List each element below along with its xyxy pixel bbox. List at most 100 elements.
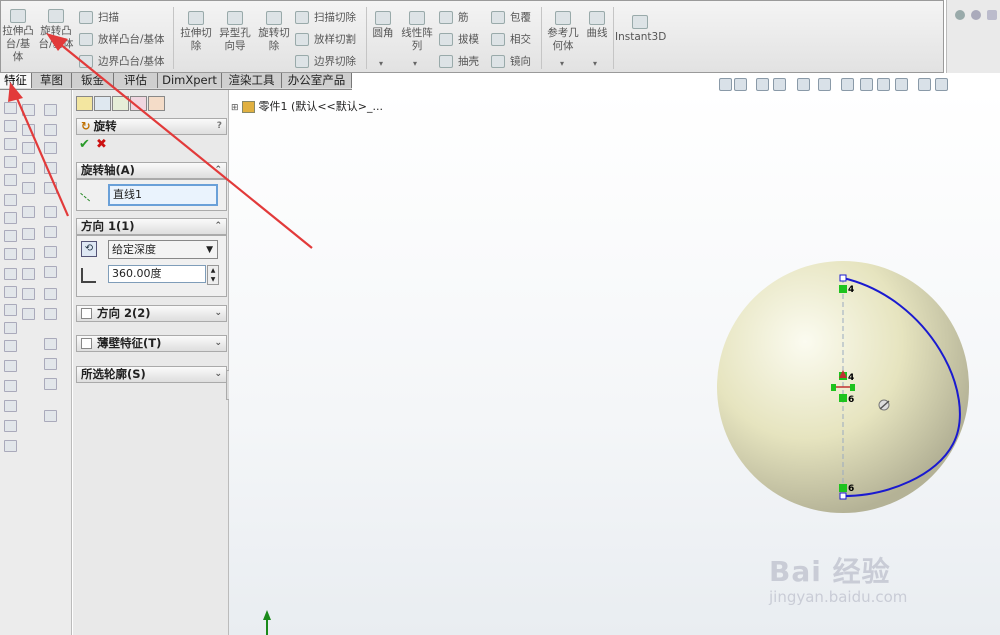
collapse-icon[interactable]: ⌃ xyxy=(214,163,222,178)
collapse-icon[interactable]: ⌃ xyxy=(214,219,222,234)
feature-tool-icon[interactable] xyxy=(44,378,57,390)
appearance-icon[interactable] xyxy=(955,10,965,20)
feature-tool-icon[interactable] xyxy=(4,286,17,298)
help-icon[interactable]: ? xyxy=(217,119,222,134)
instant3d-button[interactable]: Instant3D xyxy=(615,15,666,44)
curves-dropdown-icon[interactable]: ▾ xyxy=(593,59,597,68)
feature-tool-icon[interactable] xyxy=(44,410,57,422)
configuration-tab-icon[interactable] xyxy=(112,96,129,111)
feature-tool-icon[interactable] xyxy=(22,308,35,320)
feature-tool-icon[interactable] xyxy=(4,194,17,206)
thin-feature-checkbox[interactable] xyxy=(81,338,92,349)
pattern-dropdown-icon[interactable]: ▾ xyxy=(413,59,417,68)
feature-tool-icon[interactable] xyxy=(44,142,57,154)
sketch-endpoint-bottom[interactable] xyxy=(839,492,847,500)
tab-evaluate[interactable]: 评估 xyxy=(114,73,158,88)
mirror-button[interactable]: 镜向 xyxy=(491,55,531,69)
ok-checkmark-icon[interactable]: ✔ xyxy=(79,137,90,152)
expand-icon[interactable]: ⌄ xyxy=(214,367,222,382)
tab-render-tools[interactable]: 渲染工具 xyxy=(222,73,282,88)
extrude-boss-button[interactable]: 拉伸凸台/基体 xyxy=(2,9,34,64)
feature-tool-icon[interactable] xyxy=(44,104,57,116)
direction2-checkbox[interactable] xyxy=(81,308,92,319)
sketch-endpoint-top[interactable] xyxy=(839,274,847,282)
axis-selection-field[interactable]: 直线1 xyxy=(108,184,218,206)
feature-tool-icon[interactable] xyxy=(4,120,17,132)
curves-button[interactable]: 曲线 xyxy=(583,11,611,40)
shell-button[interactable]: 抽壳 xyxy=(439,55,479,69)
rib-button[interactable]: 筋 xyxy=(439,11,469,25)
feature-tool-icon[interactable] xyxy=(44,226,57,238)
feature-tool-icon[interactable] xyxy=(4,420,17,432)
rotate-handle-icon[interactable] xyxy=(878,399,890,411)
lofted-cut-button[interactable]: 放样切割 xyxy=(295,33,356,47)
loft-boss-button[interactable]: 放样凸台/基体 xyxy=(79,33,165,47)
tab-dimxpert[interactable]: DimXpert xyxy=(158,73,222,88)
dimxpert-tab-icon[interactable] xyxy=(130,96,147,111)
feature-tool-icon[interactable] xyxy=(4,360,17,372)
feature-tool-icon[interactable] xyxy=(44,358,57,370)
wrap-button[interactable]: 包覆 xyxy=(491,11,531,25)
feature-tool-icon[interactable] xyxy=(22,248,35,260)
feature-tool-icon[interactable] xyxy=(4,248,17,260)
display-icon[interactable] xyxy=(987,10,997,20)
revolve-cut-button[interactable]: 旋转切除 xyxy=(255,11,293,53)
feature-tool-icon[interactable] xyxy=(44,266,57,278)
tab-sheet-metal[interactable]: 钣金 xyxy=(72,73,114,88)
feature-tool-icon[interactable] xyxy=(44,162,57,174)
feature-tool-icon[interactable] xyxy=(4,322,17,334)
fillet-dropdown-icon[interactable]: ▾ xyxy=(379,59,383,68)
feature-tool-icon[interactable] xyxy=(44,124,57,136)
feature-tool-icon[interactable] xyxy=(44,308,57,320)
feature-tool-icon[interactable] xyxy=(4,174,17,186)
scene-icon[interactable] xyxy=(971,10,981,20)
feature-tool-icon[interactable] xyxy=(44,182,57,194)
feature-tool-icon[interactable] xyxy=(4,230,17,242)
property-manager-tab-icon[interactable] xyxy=(94,96,111,111)
tab-features[interactable]: 特征 xyxy=(0,73,32,88)
intersect-button[interactable]: 相交 xyxy=(491,33,531,47)
end-condition-select[interactable]: 给定深度 ▼ xyxy=(108,240,218,259)
tab-sketch[interactable]: 草图 xyxy=(32,73,72,88)
expand-icon[interactable]: ⌄ xyxy=(214,336,222,351)
feature-tool-icon[interactable] xyxy=(4,268,17,280)
expand-icon[interactable]: ⌄ xyxy=(214,306,222,321)
feature-tool-icon[interactable] xyxy=(44,206,57,218)
feature-tool-icon[interactable] xyxy=(22,182,35,194)
feature-tool-icon[interactable] xyxy=(22,288,35,300)
feature-tool-icon[interactable] xyxy=(22,206,35,218)
feature-tool-icon[interactable] xyxy=(4,212,17,224)
reverse-direction-icon[interactable]: ⟲ xyxy=(81,241,97,257)
feature-tool-icon[interactable] xyxy=(22,124,35,136)
direction2-group-header[interactable]: 方向 2(2) ⌄ xyxy=(76,305,227,322)
feature-tree-tab-icon[interactable] xyxy=(76,96,93,111)
feature-tool-icon[interactable] xyxy=(4,138,17,150)
feature-tool-icon[interactable] xyxy=(44,338,57,350)
feature-tool-icon[interactable] xyxy=(44,288,57,300)
ref-geometry-dropdown-icon[interactable]: ▾ xyxy=(560,59,564,68)
angle-input[interactable]: 360.00度 xyxy=(108,265,206,283)
feature-tool-icon[interactable] xyxy=(44,246,57,258)
display-manager-tab-icon[interactable] xyxy=(148,96,165,111)
swept-cut-button[interactable]: 扫描切除 xyxy=(295,11,356,25)
linear-pattern-button[interactable]: 线性阵列 xyxy=(399,11,435,53)
graphics-area[interactable]: ⊞ 零件1 (默认<<默认>_... 4 4 6 6 Bai 经验 jingya… xyxy=(229,78,1000,635)
reference-geometry-button[interactable]: 参考几何体 xyxy=(544,11,582,53)
direction1-group-header[interactable]: 方向 1(1) ⌃ xyxy=(76,218,227,235)
tab-office-products[interactable]: 办公室产品 xyxy=(282,73,352,88)
revolve-boss-button[interactable]: 旋转凸台/基体 xyxy=(38,9,74,51)
feature-tool-icon[interactable] xyxy=(22,162,35,174)
feature-tool-icon[interactable] xyxy=(22,142,35,154)
selected-contours-group-header[interactable]: 所选轮廓(S) ⌄ xyxy=(76,366,227,383)
fillet-button[interactable]: 圆角 xyxy=(369,11,397,40)
feature-tool-icon[interactable] xyxy=(4,400,17,412)
feature-tool-icon[interactable] xyxy=(4,304,17,316)
feature-tool-icon[interactable] xyxy=(4,340,17,352)
draft-button[interactable]: 拔模 xyxy=(439,33,479,47)
feature-tool-icon[interactable] xyxy=(22,228,35,240)
feature-tool-icon[interactable] xyxy=(4,380,17,392)
thin-feature-group-header[interactable]: 薄壁特征(T) ⌄ xyxy=(76,335,227,352)
feature-tool-icon[interactable] xyxy=(4,440,17,452)
extrude-cut-button[interactable]: 拉伸切除 xyxy=(177,11,215,53)
boundary-boss-button[interactable]: 边界凸台/基体 xyxy=(79,55,165,69)
